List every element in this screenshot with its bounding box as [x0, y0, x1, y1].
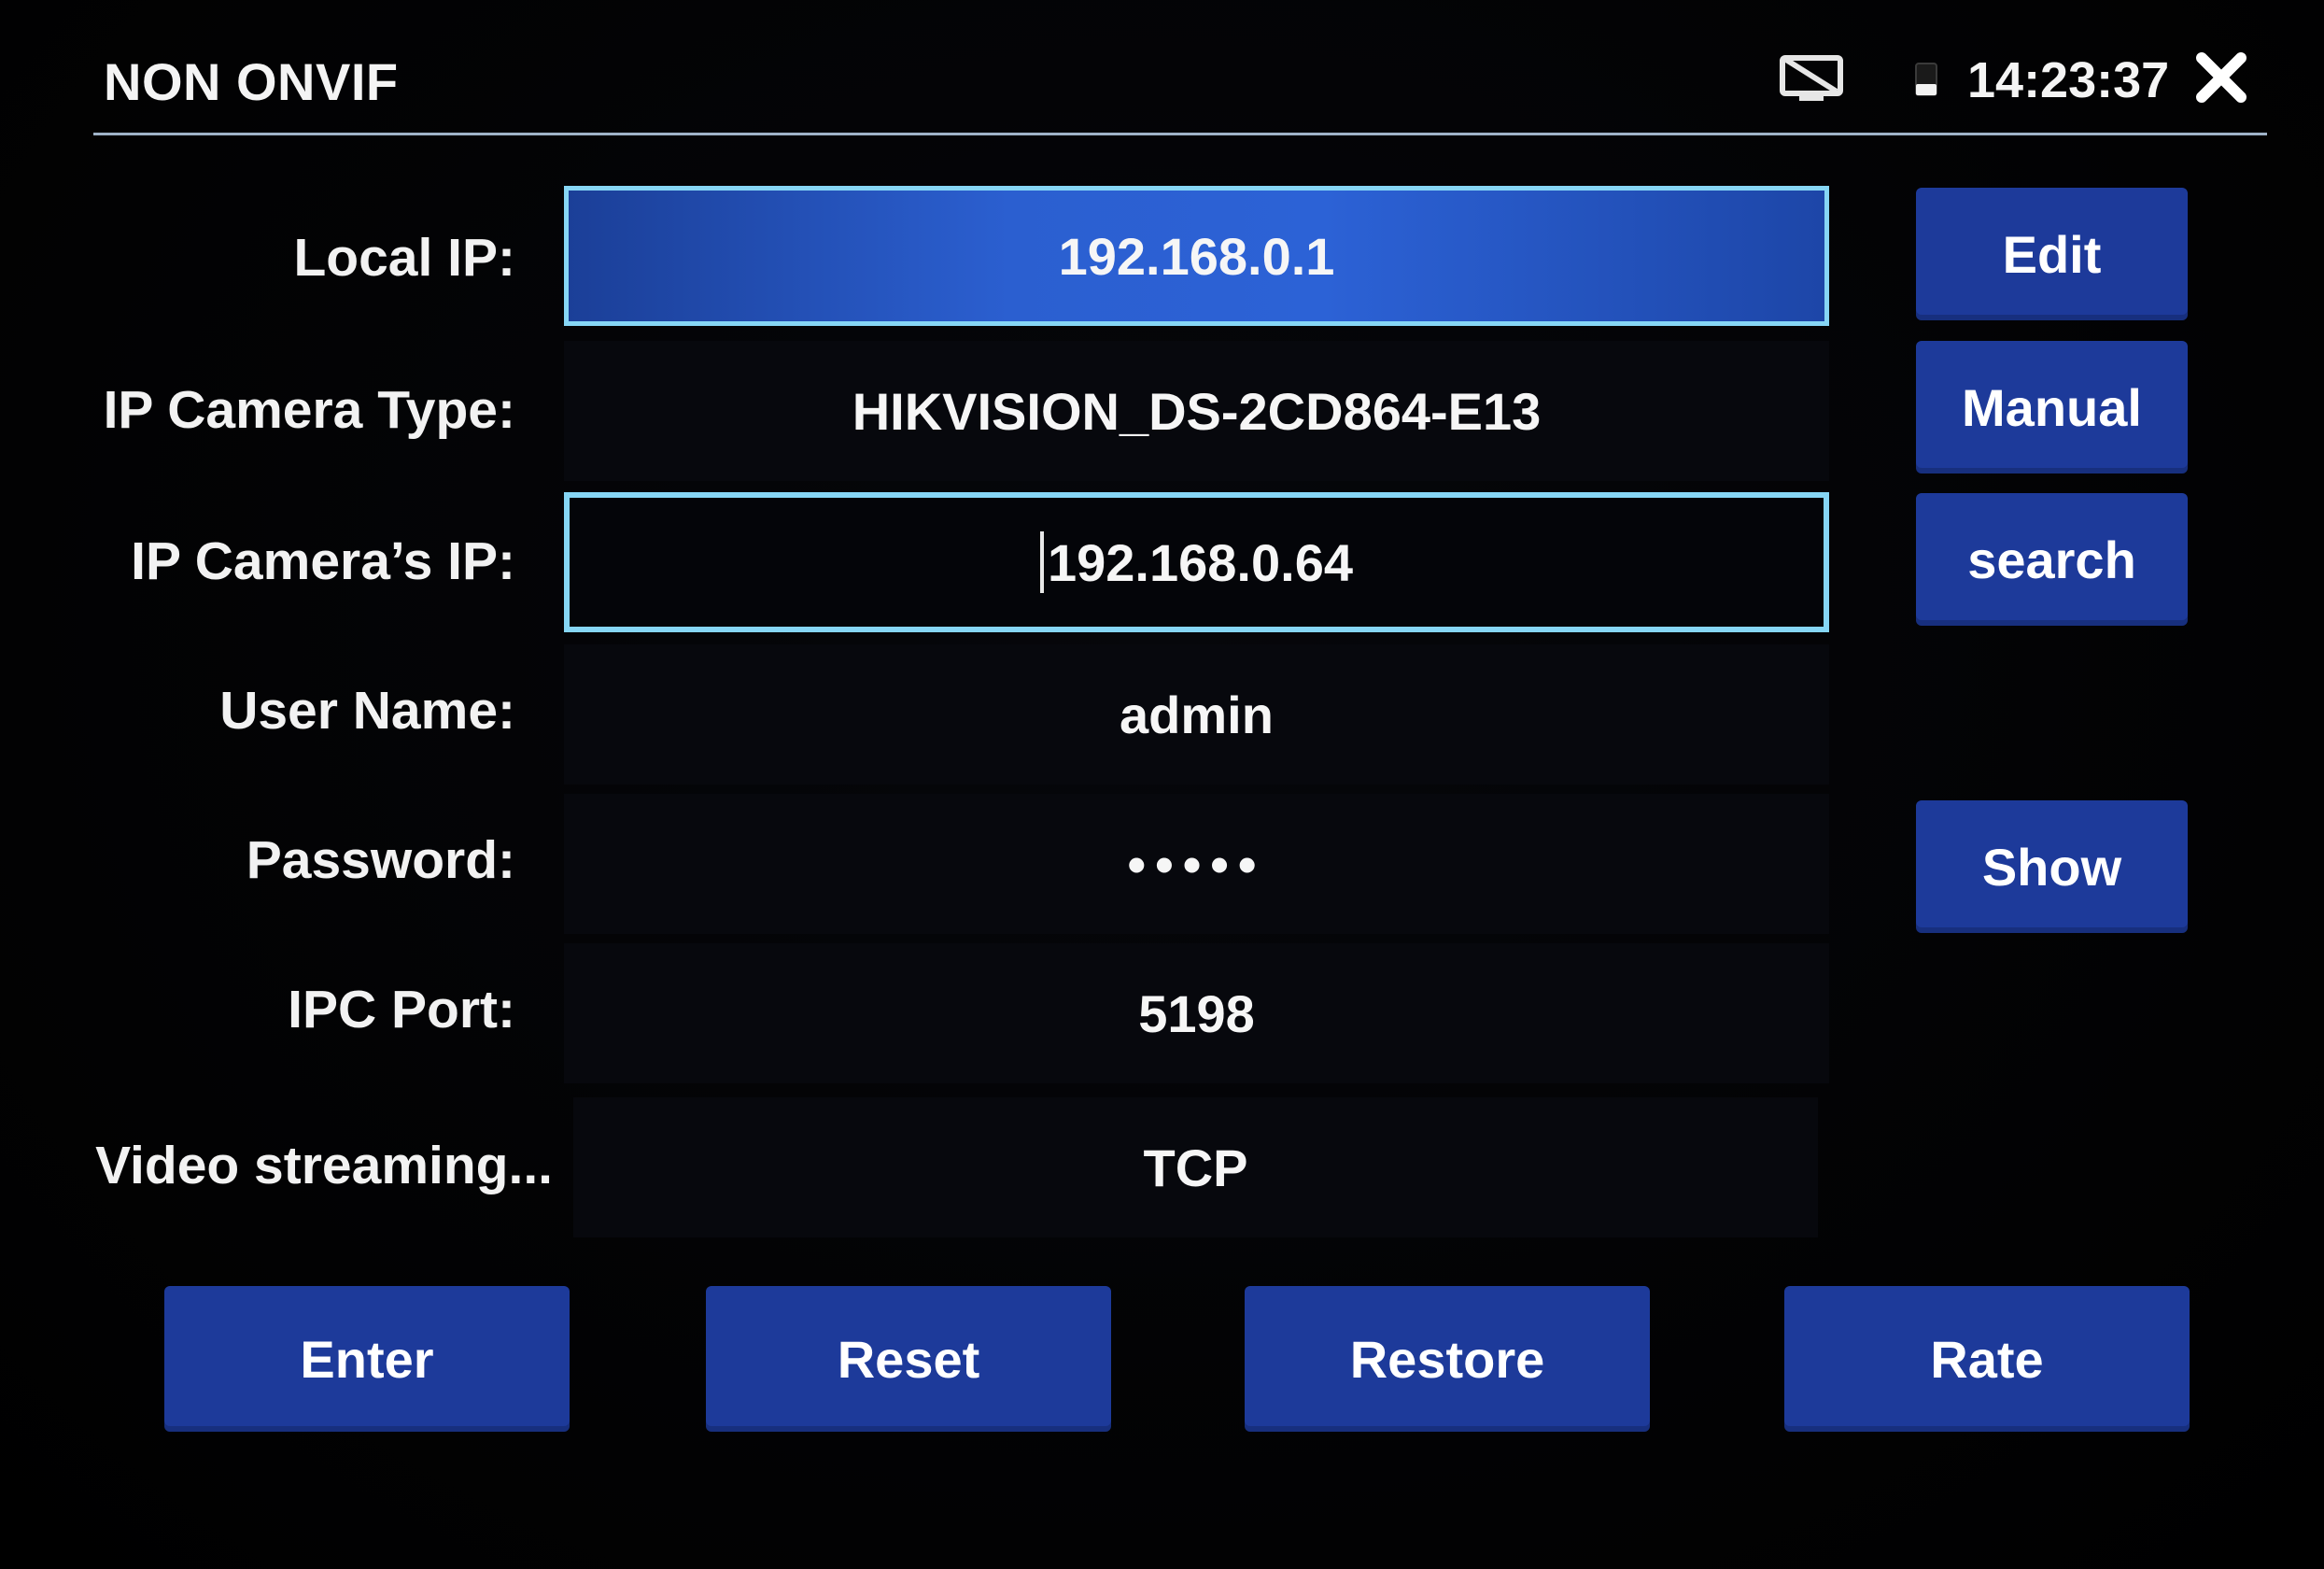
- reset-button[interactable]: Reset: [706, 1286, 1111, 1432]
- password-value: •••••: [1127, 834, 1266, 894]
- video-streaming-value: TCP: [1143, 1138, 1248, 1197]
- password-field[interactable]: •••••: [564, 794, 1829, 934]
- rate-button[interactable]: Rate: [1784, 1286, 2190, 1432]
- local-ip-label: Local IP:: [293, 228, 515, 288]
- text-cursor: [1040, 531, 1044, 593]
- camera-type-label: IP Camera Type:: [103, 380, 515, 440]
- enter-button[interactable]: Enter: [164, 1286, 570, 1432]
- page-title: NON ONVIF: [104, 52, 399, 111]
- show-password-button[interactable]: Show: [1916, 800, 2188, 933]
- no-signal-icon: [1780, 55, 1843, 101]
- camera-ip-field[interactable]: 192.168.0.64: [564, 492, 1829, 632]
- password-label: Password:: [246, 830, 515, 890]
- camera-type-field[interactable]: HIKVISION_DS-2CD864-E13: [564, 341, 1829, 481]
- local-ip-field[interactable]: 192.168.0.1: [564, 186, 1829, 326]
- battery-icon: [1915, 63, 1937, 96]
- user-name-label: User Name:: [219, 681, 515, 741]
- header-divider: [93, 133, 2267, 135]
- video-streaming-label: Video streaming...: [95, 1136, 553, 1195]
- search-button[interactable]: search: [1916, 493, 2188, 626]
- close-icon[interactable]: [2192, 49, 2250, 106]
- user-name-value: admin: [1120, 685, 1274, 744]
- manual-button[interactable]: Manual: [1916, 341, 2188, 474]
- restore-button[interactable]: Restore: [1245, 1286, 1650, 1432]
- clock: 14:23:37: [1967, 52, 2170, 108]
- camera-type-value: HIKVISION_DS-2CD864-E13: [852, 381, 1542, 441]
- camera-ip-label: IP Camera’s IP:: [131, 531, 515, 591]
- ipc-port-field[interactable]: 5198: [564, 943, 1829, 1083]
- local-ip-value: 192.168.0.1: [1058, 226, 1335, 286]
- camera-ip-value: 192.168.0.64: [1048, 532, 1353, 592]
- ipc-port-value: 5198: [1138, 983, 1255, 1043]
- video-streaming-field[interactable]: TCP: [573, 1097, 1818, 1237]
- user-name-field[interactable]: admin: [564, 644, 1829, 784]
- screen: NON ONVIF 14:23:37 Local IP: 192.168.0.1…: [0, 0, 2324, 1569]
- edit-button[interactable]: Edit: [1916, 188, 2188, 320]
- ipc-port-label: IPC Port:: [288, 980, 515, 1039]
